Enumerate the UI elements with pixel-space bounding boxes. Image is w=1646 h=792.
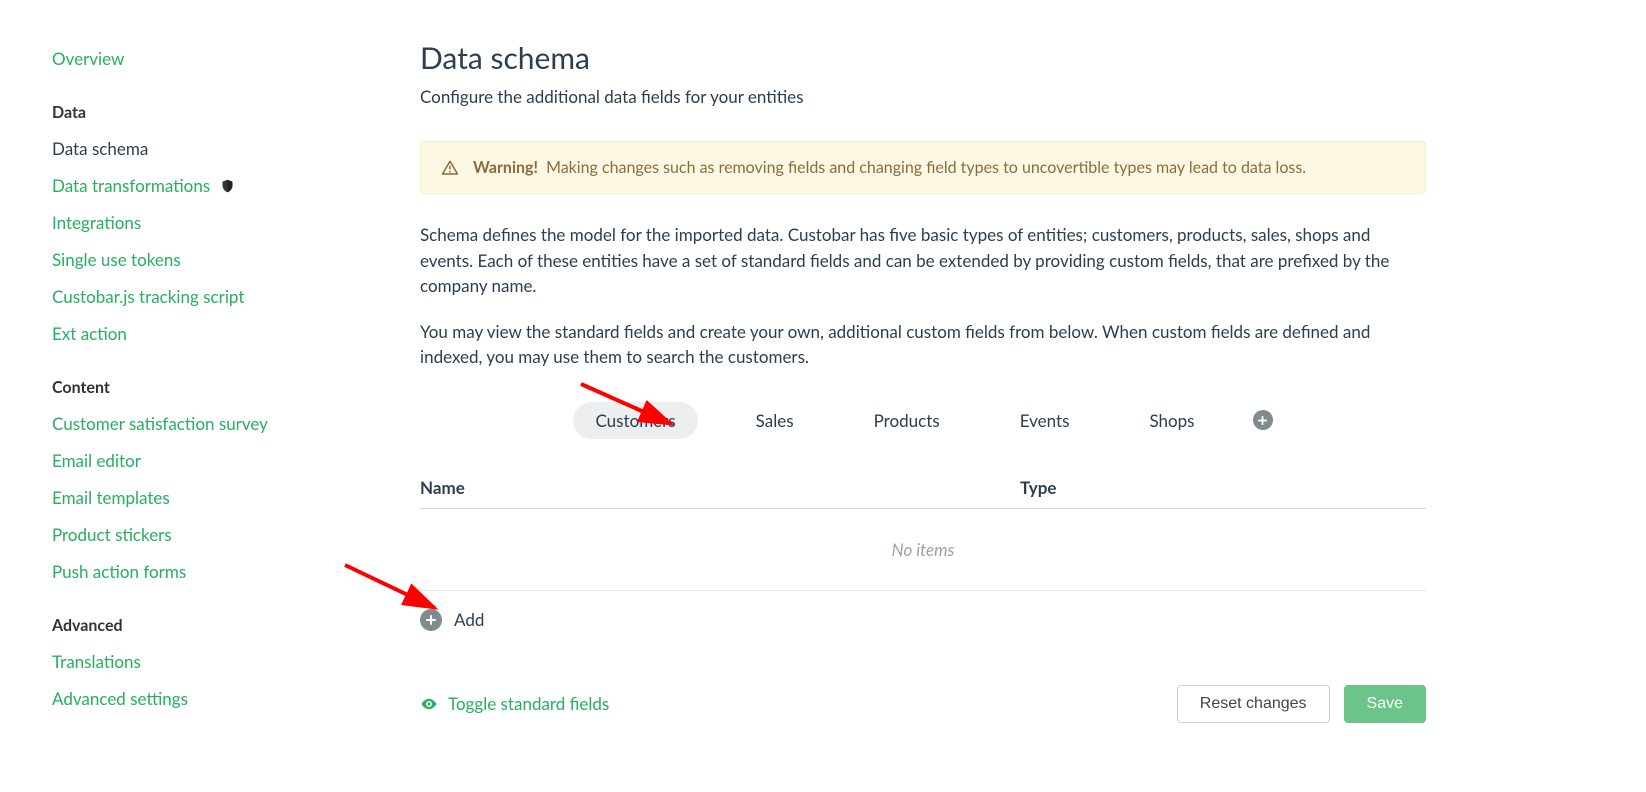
plus-circle-icon	[420, 609, 442, 631]
tab-sales[interactable]: Sales	[734, 402, 816, 439]
nav-data-transformations[interactable]: Data transformations	[52, 167, 340, 204]
tab-products[interactable]: Products	[852, 402, 962, 439]
add-tab-button[interactable]	[1253, 410, 1273, 430]
plus-icon	[425, 614, 437, 626]
nav-translations[interactable]: Translations	[52, 643, 340, 680]
warning-label: Warning!	[473, 158, 538, 177]
entity-tabs: Customers Sales Products Events Shops	[420, 402, 1426, 439]
tab-events[interactable]: Events	[998, 402, 1092, 439]
nav-email-templates[interactable]: Email templates	[52, 479, 340, 516]
main-content: Data schema Configure the additional dat…	[360, 40, 1646, 763]
nav-section-advanced: Advanced	[52, 590, 340, 643]
toggle-standard-fields[interactable]: Toggle standard fields	[420, 693, 609, 714]
nav-section-data: Data	[52, 77, 340, 130]
fields-table-header: Name Type	[420, 467, 1426, 509]
nav-data-schema[interactable]: Data schema	[52, 130, 340, 167]
col-type: Type	[1020, 477, 1426, 498]
col-name: Name	[420, 477, 1020, 498]
tab-customers[interactable]: Customers	[573, 402, 697, 439]
nav-single-use-tokens[interactable]: Single use tokens	[52, 241, 340, 278]
warning-alert: Warning! Making changes such as removing…	[420, 141, 1426, 194]
add-field-button[interactable]: Add	[420, 591, 1426, 661]
nav-ext-action[interactable]: Ext action	[52, 315, 340, 352]
sidebar: Overview Data Data schema Data transform…	[0, 40, 360, 763]
nav-section-content: Content	[52, 352, 340, 405]
empty-state: No items	[420, 509, 1426, 591]
nav-product-stickers[interactable]: Product stickers	[52, 516, 340, 553]
nav-overview[interactable]: Overview	[52, 40, 340, 77]
add-field-label: Add	[454, 609, 484, 630]
warning-text: Warning! Making changes such as removing…	[473, 158, 1306, 177]
eye-icon	[420, 695, 438, 713]
nav-push-action-forms[interactable]: Push action forms	[52, 553, 340, 590]
reset-button[interactable]: Reset changes	[1177, 685, 1330, 723]
description-para-1: Schema defines the model for the importe…	[420, 222, 1426, 299]
description-para-2: You may view the standard fields and cre…	[420, 319, 1426, 370]
footer-controls: Toggle standard fields Reset changes Sav…	[420, 685, 1426, 723]
page-title: Data schema	[420, 40, 1426, 76]
toggle-label: Toggle standard fields	[448, 693, 609, 714]
nav-advanced-settings[interactable]: Advanced settings	[52, 680, 340, 717]
nav-data-transformations-label: Data transformations	[52, 175, 210, 196]
nav-email-editor[interactable]: Email editor	[52, 442, 340, 479]
warning-icon	[441, 159, 459, 177]
warning-message: Making changes such as removing fields a…	[546, 158, 1306, 177]
nav-integrations[interactable]: Integrations	[52, 204, 340, 241]
nav-customer-survey[interactable]: Customer satisfaction survey	[52, 405, 340, 442]
tab-shops[interactable]: Shops	[1127, 402, 1216, 439]
page-subtitle: Configure the additional data fields for…	[420, 86, 1426, 107]
nav-custobar-tracking[interactable]: Custobar.js tracking script	[52, 278, 340, 315]
shield-icon	[220, 178, 235, 194]
save-button[interactable]: Save	[1344, 685, 1426, 723]
plus-icon	[1257, 415, 1268, 426]
